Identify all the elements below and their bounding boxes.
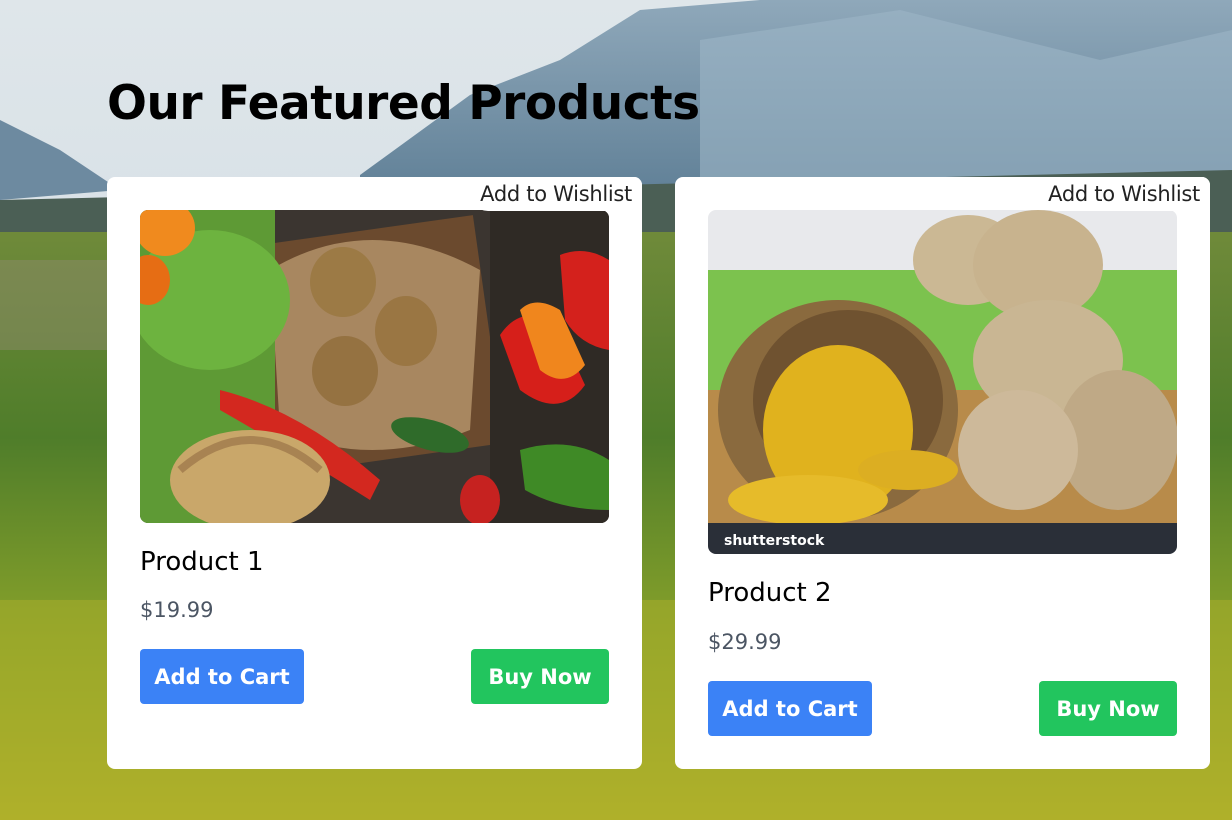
product-image-vegetables xyxy=(140,210,609,523)
shutterstock-watermark: shutterstock xyxy=(724,533,825,549)
product-name: Product 2 xyxy=(708,578,832,608)
add-to-wishlist-button[interactable]: Add to Wishlist xyxy=(1038,177,1210,211)
product-price: $29.99 xyxy=(708,630,782,654)
add-to-wishlist-button[interactable]: Add to Wishlist xyxy=(470,177,642,211)
add-to-cart-button[interactable]: Add to Cart xyxy=(140,649,304,704)
product-name: Product 1 xyxy=(140,547,264,577)
product-price: $19.99 xyxy=(140,598,214,622)
page-title: Our Featured Products xyxy=(107,76,700,131)
product-image-grains: shutterstock xyxy=(708,210,1177,554)
product-card: Add to Wishlist Product 1 $19.99 Add to … xyxy=(107,177,642,769)
product-card: shutterstock Add to Wishlist Product 2 $… xyxy=(675,177,1210,769)
buy-now-button[interactable]: Buy Now xyxy=(1039,681,1177,736)
add-to-cart-button[interactable]: Add to Cart xyxy=(708,681,872,736)
buy-now-button[interactable]: Buy Now xyxy=(471,649,609,704)
